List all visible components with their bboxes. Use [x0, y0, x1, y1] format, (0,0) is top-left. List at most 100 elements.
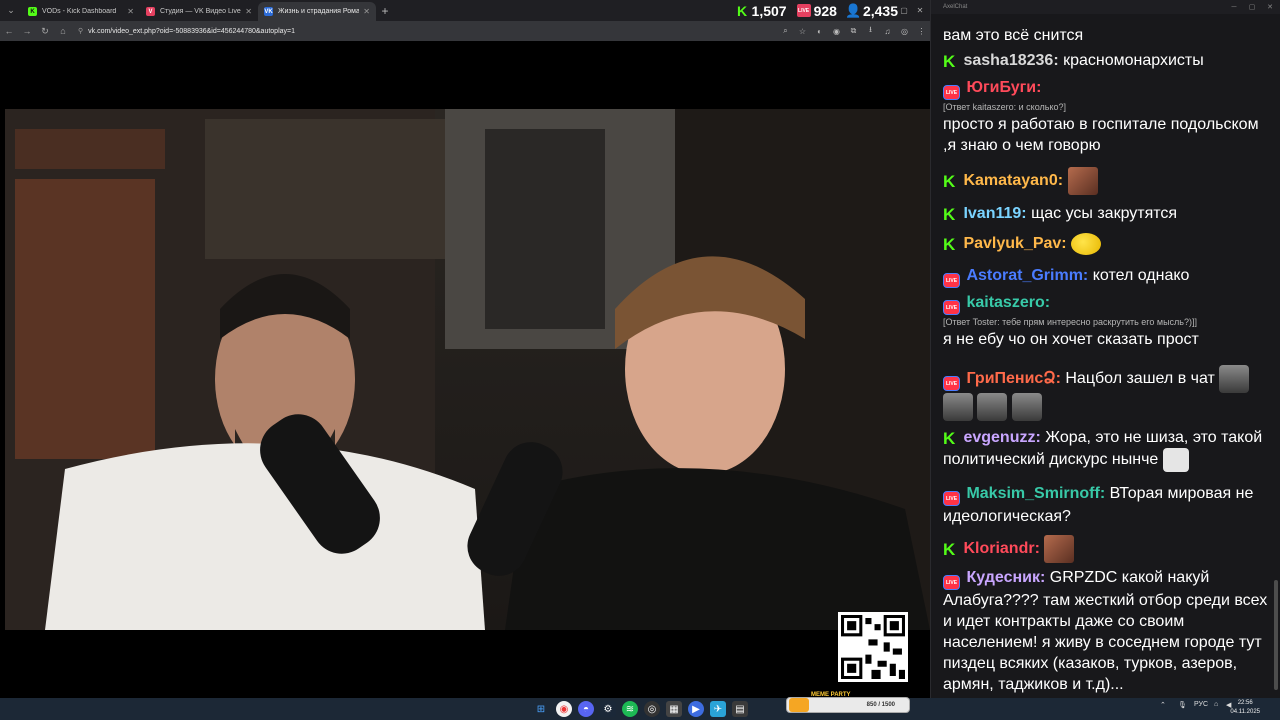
reload-icon[interactable]: ↻ [36, 26, 54, 37]
chat-panel: AxelChat ─ ▢ ✕ вам это всё снится K sash… [930, 0, 1280, 698]
back-icon[interactable]: ← [0, 26, 18, 36]
maximize-icon[interactable]: ▢ [1243, 0, 1261, 14]
meme-party-label: MEME PARTY [811, 692, 851, 698]
puzzle-icon[interactable]: ⧉ [845, 26, 862, 36]
kick-badge-icon: K [943, 235, 956, 255]
close-icon[interactable]: ✕ [912, 0, 928, 21]
chat-message: K Ivan119: щас усы закрутятся [943, 203, 1268, 224]
tab-close-icon[interactable]: ✕ [127, 7, 134, 16]
kick-badge-icon: K [943, 52, 956, 71]
discord-icon[interactable]: ◓ [578, 701, 594, 717]
restore-icon[interactable]: ▢ [896, 0, 912, 21]
chat-window-title: AxelChat ─ ▢ ✕ [931, 0, 1280, 14]
chat-message: LIVE Astorat_Grimm: котел однако [943, 265, 1268, 288]
site-info-icon[interactable]: ⚲ [78, 28, 83, 35]
total-viewers-value: 2,435 [862, 2, 898, 19]
message-reply: [Ответ Toster: тебе прям интересно раскр… [943, 317, 1197, 327]
tab-title: Жизнь и страдания Рома... [278, 8, 360, 15]
vk-live-badge-icon: LIVE [943, 575, 960, 590]
taskbar: ⊞ ◉ ◓ ⚙ ≋ ◎ ▦ ▶ ✈ ▤ ⌃ 🎙 РУС ⌂ ◀ 22:56 04… [0, 698, 1280, 720]
spotify-icon[interactable]: ≋ [622, 701, 638, 717]
windows-start-icon[interactable]: ⊞ [533, 701, 549, 717]
message-nick: kaitaszero: [966, 294, 1051, 311]
app-icon[interactable]: ◎ [644, 701, 660, 717]
browser-window: ⌄ K VODs - Kick Dashboard ✕ V Студия — V… [0, 0, 930, 698]
menu-icon[interactable]: ⋮ [913, 27, 930, 36]
tab-kick-dashboard[interactable]: K VODs - Kick Dashboard ✕ [22, 2, 140, 21]
bookmark-star-icon[interactable]: ☆ [794, 27, 811, 36]
kick-viewers-value: 1,507 [751, 2, 787, 19]
chat-message: LIVE Maksim_Smirnoff: ВТорая мировая не … [943, 483, 1268, 527]
app-icon[interactable]: ▦ [666, 701, 682, 717]
message-nick: Pavlyuk_Pav: [963, 235, 1067, 253]
tab-title: Студия — VK Видео Live [160, 8, 241, 15]
video-player[interactable] [5, 109, 930, 630]
message-text: щас усы закрутятся [1031, 205, 1178, 222]
message-nick: Кудесник: [966, 569, 1046, 586]
language-indicator[interactable]: РУС [1194, 701, 1208, 708]
app-icon[interactable]: ▤ [732, 701, 748, 717]
kick-badge-icon: K [943, 429, 956, 448]
tab-close-icon[interactable]: ✕ [363, 7, 370, 16]
message-text: просто я работаю в госпитале подольском … [943, 116, 1259, 154]
extension-icon[interactable]: ◉ [828, 27, 845, 36]
message-text: я не ебу чо он хочет сказать прост [943, 331, 1199, 348]
home-icon[interactable]: ⌂ [54, 26, 72, 36]
kick-badge-icon: K [943, 172, 956, 192]
message-nick: Maksim_Smirnoff: [966, 485, 1106, 502]
address-bar: ← → ↻ ⌂ ⚲ vk.com/video_ext.php?oid=-50883… [0, 21, 930, 41]
tab-vk-studio[interactable]: V Студия — VK Видео Live ✕ [140, 2, 258, 21]
new-tab-button[interactable]: + [376, 4, 394, 18]
qr-code [838, 612, 908, 682]
vk-viewer-count: LIVE 928 [796, 2, 837, 19]
tray-chevron-icon[interactable]: ⌃ [1160, 701, 1166, 709]
mic-icon[interactable]: 🎙 [1178, 701, 1187, 709]
message-nick: Kamatayan0: [963, 172, 1064, 190]
chat-message: LIVE kaitaszero: [Ответ Toster: тебе пря… [943, 292, 1268, 350]
viewer-stats: K 1,507 LIVE 928 👤 2,435 [736, 0, 898, 21]
chrome-icon[interactable]: ◉ [556, 701, 572, 717]
url-field[interactable]: ⚲ vk.com/video_ext.php?oid=-50883936&id=4… [78, 27, 777, 35]
message-nick: evgenuzz: [963, 429, 1041, 446]
pepe-emote-icon [1219, 365, 1250, 393]
message-nick: Kloriandr: [963, 540, 1040, 558]
download-icon[interactable]: ⭳ [862, 24, 879, 38]
message-nick: ЮгиБуги: [966, 79, 1042, 96]
tab-close-icon[interactable]: ✕ [245, 7, 252, 16]
chat-message: K Kamatayan0: [943, 167, 1268, 195]
extension-icon[interactable]: ◐ [811, 27, 828, 36]
chat-scrollbar[interactable] [1274, 580, 1278, 690]
meme-party-widget[interactable]: MEME PARTY 850 / 1500 [786, 692, 910, 713]
network-icon[interactable]: ⌂ [1214, 701, 1218, 708]
close-icon[interactable]: ✕ [1261, 0, 1279, 14]
kick-badge-icon: K [943, 205, 956, 224]
message-nick: Astorat_Grimm: [966, 267, 1089, 284]
minimize-icon[interactable]: ─ [1225, 0, 1243, 14]
steam-icon[interactable]: ⚙ [600, 701, 616, 717]
chat-message: LIVE ГриПенисՁ: Нацбол зашел в чат [943, 365, 1268, 421]
zoom-icon[interactable]: ⌕ [777, 26, 794, 36]
tab-search-icon[interactable]: ⌄ [0, 0, 22, 21]
message-text: котел однако [1092, 267, 1190, 284]
chat-app-name: AxelChat [943, 4, 968, 10]
tab-bar: ⌄ K VODs - Kick Dashboard ✕ V Студия — V… [0, 0, 930, 21]
vk-live-badge-icon: LIVE [943, 376, 960, 392]
profile-icon[interactable]: ◎ [896, 27, 913, 36]
telegram-icon[interactable]: ✈ [710, 701, 726, 717]
vk-viewers-value: 928 [813, 2, 837, 19]
kick-badge-icon: K [943, 540, 956, 560]
media-icon[interactable]: ♫ [879, 27, 896, 36]
system-clock[interactable]: 22:56 04.11.2025 [1230, 699, 1260, 717]
app-icon[interactable]: ▶ [688, 701, 704, 717]
message-reply: [Ответ kaitaszero: и сколько?] [943, 102, 1067, 112]
meme-party-count: 850 / 1500 [866, 702, 895, 708]
message-nick: ГриПенисՁ: [966, 370, 1061, 388]
message-text: вам это всё снится [943, 27, 1084, 44]
face-emote-icon [1067, 167, 1098, 195]
pepe-emote-icon [1011, 393, 1042, 421]
tab-vk-video[interactable]: VK Жизнь и страдания Рома... ✕ [258, 2, 376, 21]
user-icon: 👤 [845, 2, 862, 18]
chat-message: K sasha18236: красномонархисты [943, 50, 1268, 71]
forward-icon[interactable]: → [18, 26, 36, 36]
chat-message: LIVE Кудесник: GRPZDC какой накуй Алабуг… [943, 567, 1268, 695]
